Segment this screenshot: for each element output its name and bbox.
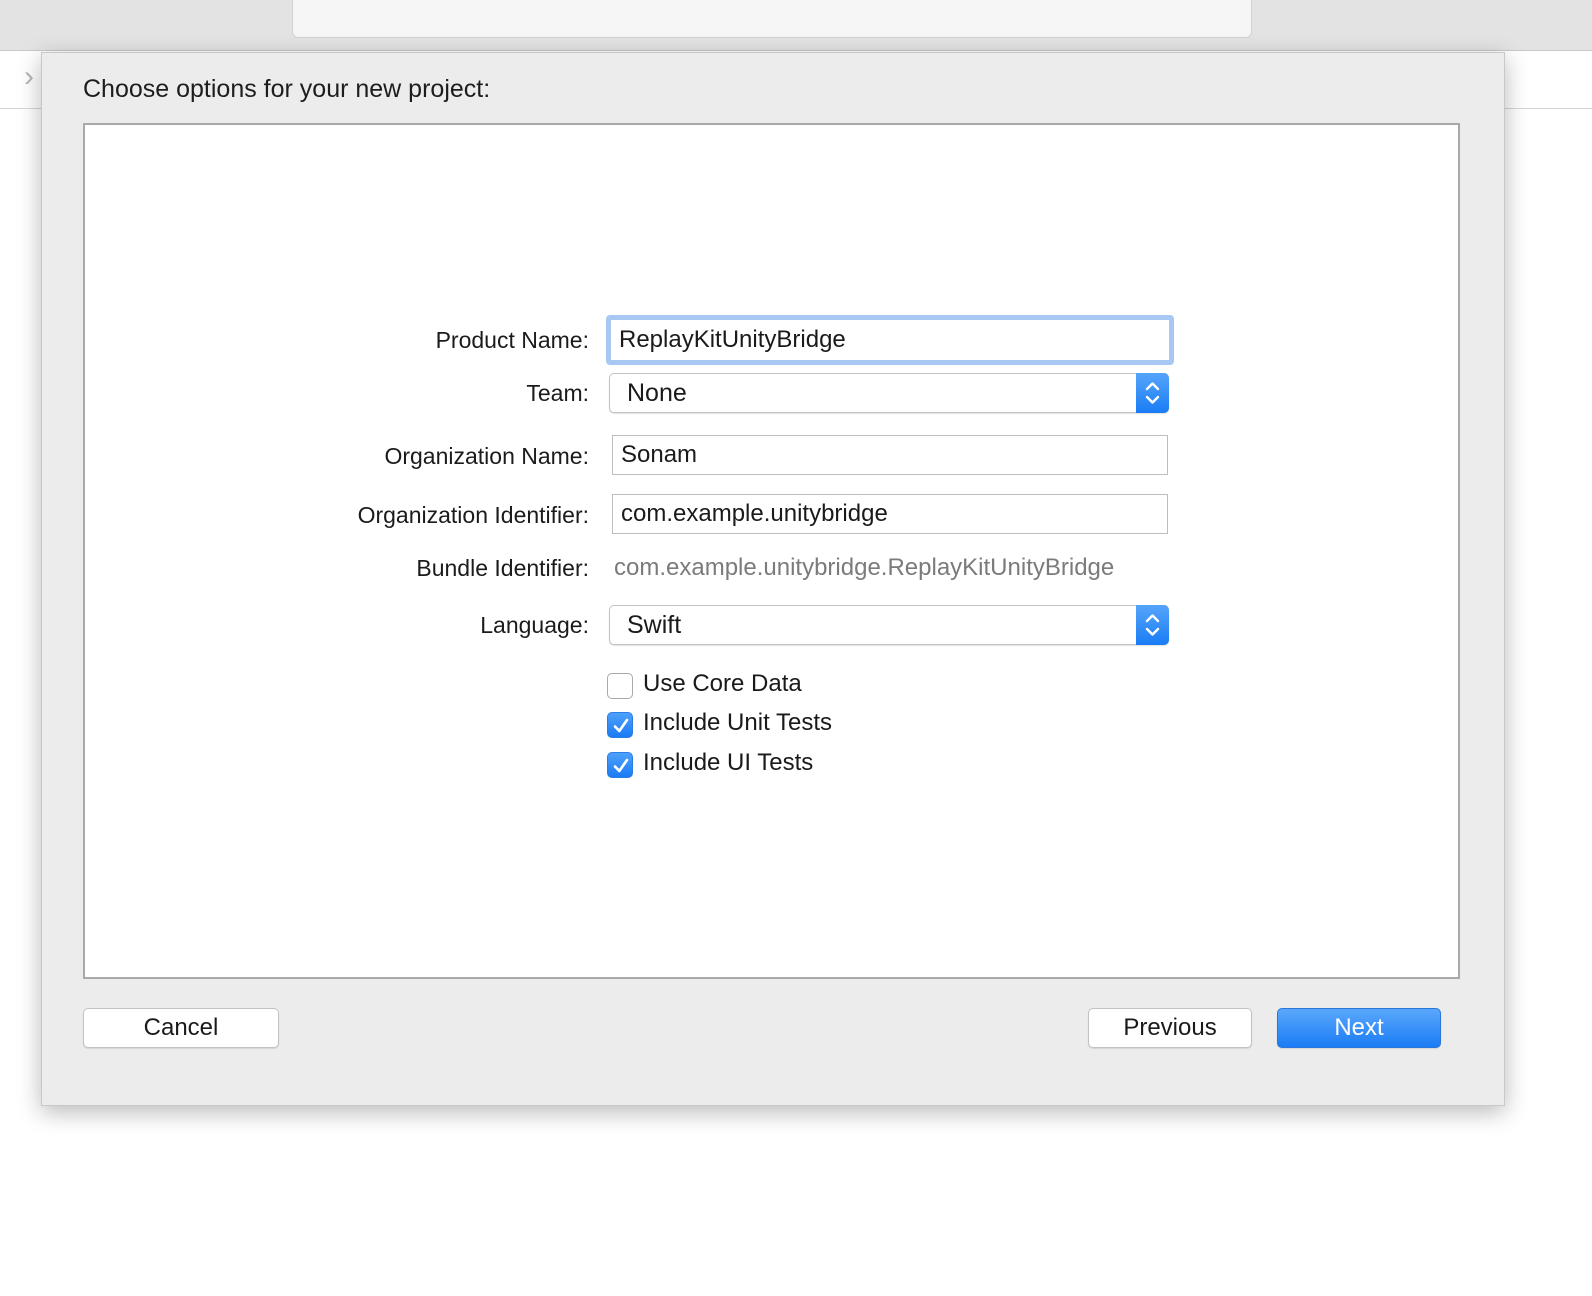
language-label: Language:: [480, 612, 589, 638]
include-unit-tests-checkbox[interactable]: [607, 712, 633, 738]
use-core-data-checkbox[interactable]: [607, 673, 633, 699]
organization-name-field[interactable]: Sonam: [612, 435, 1168, 475]
chevron-up-down-icon: [1136, 373, 1169, 413]
organization-name-label: Organization Name:: [384, 443, 589, 469]
new-project-sheet: Choose options for your new project: Pro…: [41, 52, 1505, 1106]
bundle-identifier-label: Bundle Identifier:: [416, 555, 589, 581]
chevron-left-icon: ›: [24, 60, 34, 93]
organization-identifier-field[interactable]: com.example.unitybridge: [612, 494, 1168, 534]
use-core-data-label[interactable]: Use Core Data: [643, 670, 802, 698]
include-unit-tests-label[interactable]: Include Unit Tests: [643, 709, 832, 737]
toolbar-activity-field: [292, 0, 1252, 38]
product-name-value: ReplayKitUnityBridge: [619, 326, 846, 353]
sheet-title: Choose options for your new project:: [83, 75, 491, 103]
team-popup[interactable]: None: [609, 373, 1169, 413]
team-value: None: [627, 379, 687, 407]
next-button[interactable]: Next: [1277, 1008, 1441, 1048]
organization-identifier-label: Organization Identifier:: [357, 502, 589, 528]
options-panel: [83, 123, 1460, 979]
checkmark-icon: [613, 758, 629, 773]
include-ui-tests-label[interactable]: Include UI Tests: [643, 749, 813, 777]
language-value: Swift: [627, 611, 682, 639]
team-label: Team:: [526, 380, 589, 406]
bundle-identifier-value: com.example.unitybridge.ReplayKitUnityBr…: [614, 554, 1115, 581]
product-name-field[interactable]: ReplayKitUnityBridge: [606, 315, 1174, 365]
checkmark-icon: [613, 718, 629, 733]
window-toolbar: [0, 0, 1592, 51]
language-popup[interactable]: Swift: [609, 605, 1169, 645]
cancel-button[interactable]: Cancel: [83, 1008, 279, 1048]
previous-button[interactable]: Previous: [1088, 1008, 1252, 1048]
include-ui-tests-checkbox[interactable]: [607, 752, 633, 778]
product-name-label: Product Name:: [435, 327, 589, 353]
chevron-up-down-icon: [1136, 605, 1169, 645]
xcode-window: › Choose options for your new project: P…: [0, 0, 1592, 1296]
